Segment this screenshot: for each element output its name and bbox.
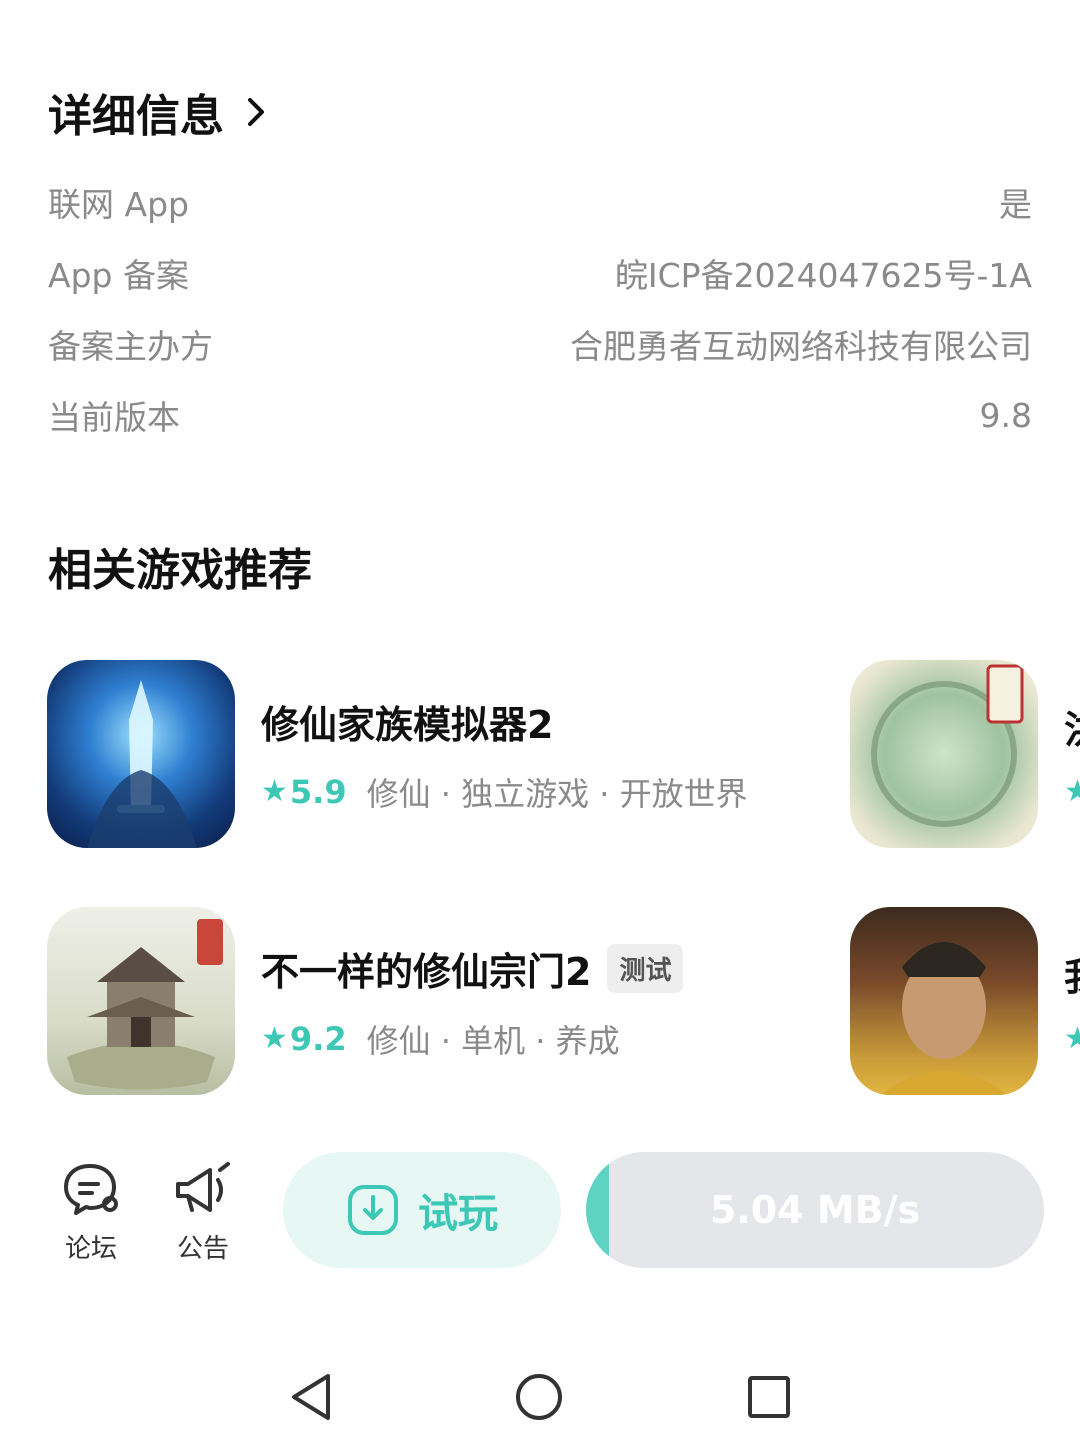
game-icon: [47, 660, 235, 848]
chevron-right-icon: [248, 98, 264, 126]
info-row-version: 当前版本 9.8: [48, 390, 1032, 440]
nav-recents-icon[interactable]: [746, 1372, 792, 1422]
info-label: 备案主办方: [48, 327, 213, 366]
game-name-partial: 洪: [1064, 699, 1080, 754]
game-icon: [850, 660, 1038, 848]
game-name: 修仙家族模拟器2: [261, 702, 554, 747]
download-progress-fill: [586, 1152, 609, 1268]
megaphone-icon: [176, 1162, 230, 1212]
download-icon: [348, 1185, 398, 1235]
forum-icon: [64, 1164, 118, 1215]
info-row-network: 联网 App 是: [48, 177, 1032, 227]
star-icon: ★: [261, 1021, 288, 1056]
forum-label: 论坛: [64, 1234, 117, 1264]
detail-section-header[interactable]: 详细信息: [48, 80, 270, 144]
game-tags: 修仙 · 单机 · 养成: [366, 1021, 620, 1060]
nav-back-icon[interactable]: [288, 1372, 334, 1422]
game-icon: [47, 907, 235, 1095]
detail-title: 详细信息: [48, 91, 224, 142]
trial-label: 试玩: [418, 1191, 498, 1237]
info-value: 是: [999, 185, 1032, 224]
test-badge: 测试: [607, 943, 684, 993]
nav-home-icon[interactable]: [514, 1372, 564, 1422]
info-value: 皖ICP备2024047625号-1A: [614, 256, 1032, 295]
game-card-4-partial[interactable]: 我 ★: [850, 907, 1080, 1095]
download-speed: 5.04 MB/s: [709, 1188, 921, 1232]
game-rating: 9.2: [289, 1019, 347, 1058]
game-name: 不一样的修仙宗门2: [261, 949, 592, 994]
info-row-sponsor: 备案主办方 合肥勇者互动网络科技有限公司: [48, 319, 1032, 369]
info-value: 9.8: [979, 395, 1032, 435]
recommend-title: 相关游戏推荐: [48, 545, 312, 596]
notice-button[interactable]: 公告: [158, 1160, 248, 1265]
game-card-3-partial[interactable]: 洪 ★: [850, 660, 1080, 848]
info-value: 合肥勇者互动网络科技有限公司: [570, 327, 1032, 366]
game-card-2[interactable]: 不一样的修仙宗门2 测试 ★ 9.2 修仙 · 单机 · 养成: [47, 907, 684, 1095]
notice-label: 公告: [176, 1234, 229, 1264]
game-icon: [850, 907, 1038, 1095]
download-progress-button[interactable]: 5.04 MB/s: [586, 1152, 1044, 1268]
game-tags: 修仙 · 独立游戏 · 开放世界: [366, 774, 748, 813]
star-icon: ★: [1064, 1021, 1080, 1056]
star-icon: ★: [1064, 774, 1080, 809]
info-label: App 备案: [48, 256, 189, 295]
info-label: 联网 App: [48, 185, 189, 224]
info-row-icp: App 备案 皖ICP备2024047625号-1A: [48, 248, 1032, 298]
game-name-partial: 我: [1064, 946, 1080, 1001]
game-rating: 5.9: [289, 772, 347, 811]
forum-button[interactable]: 论坛: [46, 1160, 136, 1265]
game-card-1[interactable]: 修仙家族模拟器2 ★ 5.9 修仙 · 独立游戏 · 开放世界: [47, 660, 748, 848]
star-icon: ★: [261, 774, 288, 809]
info-label: 当前版本: [48, 398, 180, 437]
trial-button[interactable]: 试玩: [283, 1152, 561, 1268]
